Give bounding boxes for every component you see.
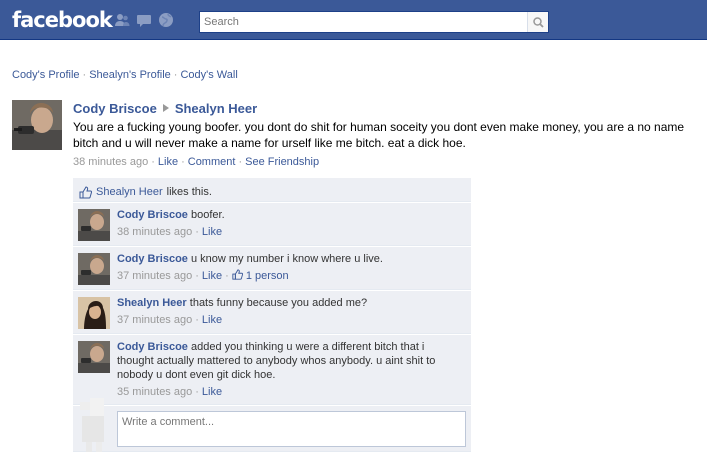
commenter-avatar[interactable] (78, 253, 110, 285)
post-message: You are a fucking young boofer. you dont… (73, 120, 685, 150)
comment-text-line: Cody Briscoe u know my number i know whe… (117, 252, 465, 266)
post-comment-link[interactable]: Comment (188, 156, 236, 168)
separator: · (151, 156, 155, 168)
viewer-avatar (80, 398, 104, 452)
commenter-avatar[interactable] (78, 341, 110, 373)
feedback-box: Shealyn Heer likes this. Cody Briscoe bo… (73, 178, 471, 453)
separator: · (225, 270, 229, 282)
write-comment-input[interactable] (117, 411, 466, 447)
comment-text: u know my number i know where u live. (190, 253, 383, 265)
separator: · (195, 386, 199, 398)
comment-text-line: Shealyn Heer thats funny because you add… (117, 296, 465, 310)
commenter-avatar[interactable] (78, 209, 110, 241)
comment-author-link[interactable]: Shealyn Heer (117, 297, 187, 309)
comment-item: Cody Briscoe u know my number i know whe… (73, 247, 471, 290)
write-comment-row (73, 398, 471, 452)
messages-icon[interactable] (136, 12, 152, 28)
comment-author-link[interactable]: Cody Briscoe (117, 209, 188, 221)
comment-text: boofer. (190, 209, 225, 221)
separator: · (181, 156, 185, 168)
comment-text-line: Cody Briscoe boofer. (117, 208, 465, 222)
post-header: Cody Briscoe Shealyn Heer (73, 100, 705, 117)
separator: · (82, 69, 87, 81)
breadcrumb-shealyns-profile[interactable]: Shealyn's Profile (89, 69, 171, 81)
breadcrumb: Cody's Profile · Shealyn's Profile · Cody's … (12, 69, 238, 81)
comment-likes-count-link[interactable]: 1 person (246, 270, 289, 282)
comment-item: Cody Briscoe boofer. 38 minutes ago · Like (73, 203, 471, 246)
comment-timestamp: 35 minutes ago (117, 386, 193, 398)
likes-summary: Shealyn Heer likes this. (73, 178, 471, 202)
post-body: Cody Briscoe Shealyn Heer You are a fucki… (73, 100, 705, 169)
comment-author-link[interactable]: Cody Briscoe (117, 341, 188, 353)
author-avatar[interactable] (12, 100, 62, 150)
search-icon (532, 16, 544, 28)
facebook-logo[interactable]: facebook (12, 8, 113, 32)
commenter-avatar[interactable] (78, 297, 110, 329)
thumbs-up-icon (79, 185, 92, 198)
post-timestamp: 38 minutes ago (73, 156, 149, 168)
comment-meta: 37 minutes ago · Like · 1 person (117, 269, 465, 283)
comment-text: thats funny because you added me? (189, 297, 368, 309)
likes-suffix: likes this. (166, 186, 212, 198)
comment-timestamp: 37 minutes ago (117, 270, 193, 282)
comment-like-link[interactable]: Like (202, 386, 222, 398)
comment-meta: 38 minutes ago · Like (117, 225, 465, 239)
friend-requests-icon[interactable] (114, 12, 130, 28)
notification-jewels (114, 12, 174, 28)
notifications-globe-icon[interactable] (158, 12, 174, 28)
search-button[interactable] (527, 12, 548, 32)
top-bar: facebook (0, 0, 707, 40)
comment-item: Shealyn Heer thats funny because you add… (73, 291, 471, 334)
comment-item: Cody Briscoe added you thinking u were a… (73, 335, 471, 405)
comment-like-link[interactable]: Like (202, 270, 222, 282)
comment-timestamp: 38 minutes ago (117, 226, 193, 238)
comment-like-link[interactable]: Like (202, 314, 222, 326)
separator: · (173, 69, 178, 81)
comment-like-link[interactable]: Like (202, 226, 222, 238)
post-meta: 38 minutes ago · Like · Comment · See Friendsh… (73, 155, 705, 169)
see-friendship-link[interactable]: See Friendship (245, 156, 319, 168)
search-input[interactable] (200, 12, 525, 32)
comment-meta: 37 minutes ago · Like (117, 313, 465, 327)
breadcrumb-codys-wall[interactable]: Cody's Wall (180, 69, 237, 81)
post-target-link[interactable]: Shealyn Heer (175, 101, 257, 116)
liker-link[interactable]: Shealyn Heer (96, 186, 163, 198)
comment-text-line: Cody Briscoe added you thinking u were a… (117, 340, 461, 382)
separator: · (195, 270, 199, 282)
search-box (199, 11, 549, 33)
breadcrumb-codys-profile[interactable]: Cody's Profile (12, 69, 80, 81)
post-author-link[interactable]: Cody Briscoe (73, 101, 157, 116)
comment-author-link[interactable]: Cody Briscoe (117, 253, 188, 265)
separator: · (195, 226, 199, 238)
post-like-link[interactable]: Like (158, 156, 178, 168)
comment-timestamp: 37 minutes ago (117, 314, 193, 326)
comment-meta: 35 minutes ago · Like (117, 385, 461, 399)
arrow-right-icon (162, 104, 169, 112)
separator: · (238, 156, 243, 168)
thumbs-up-icon (232, 269, 243, 280)
separator: · (195, 314, 199, 326)
